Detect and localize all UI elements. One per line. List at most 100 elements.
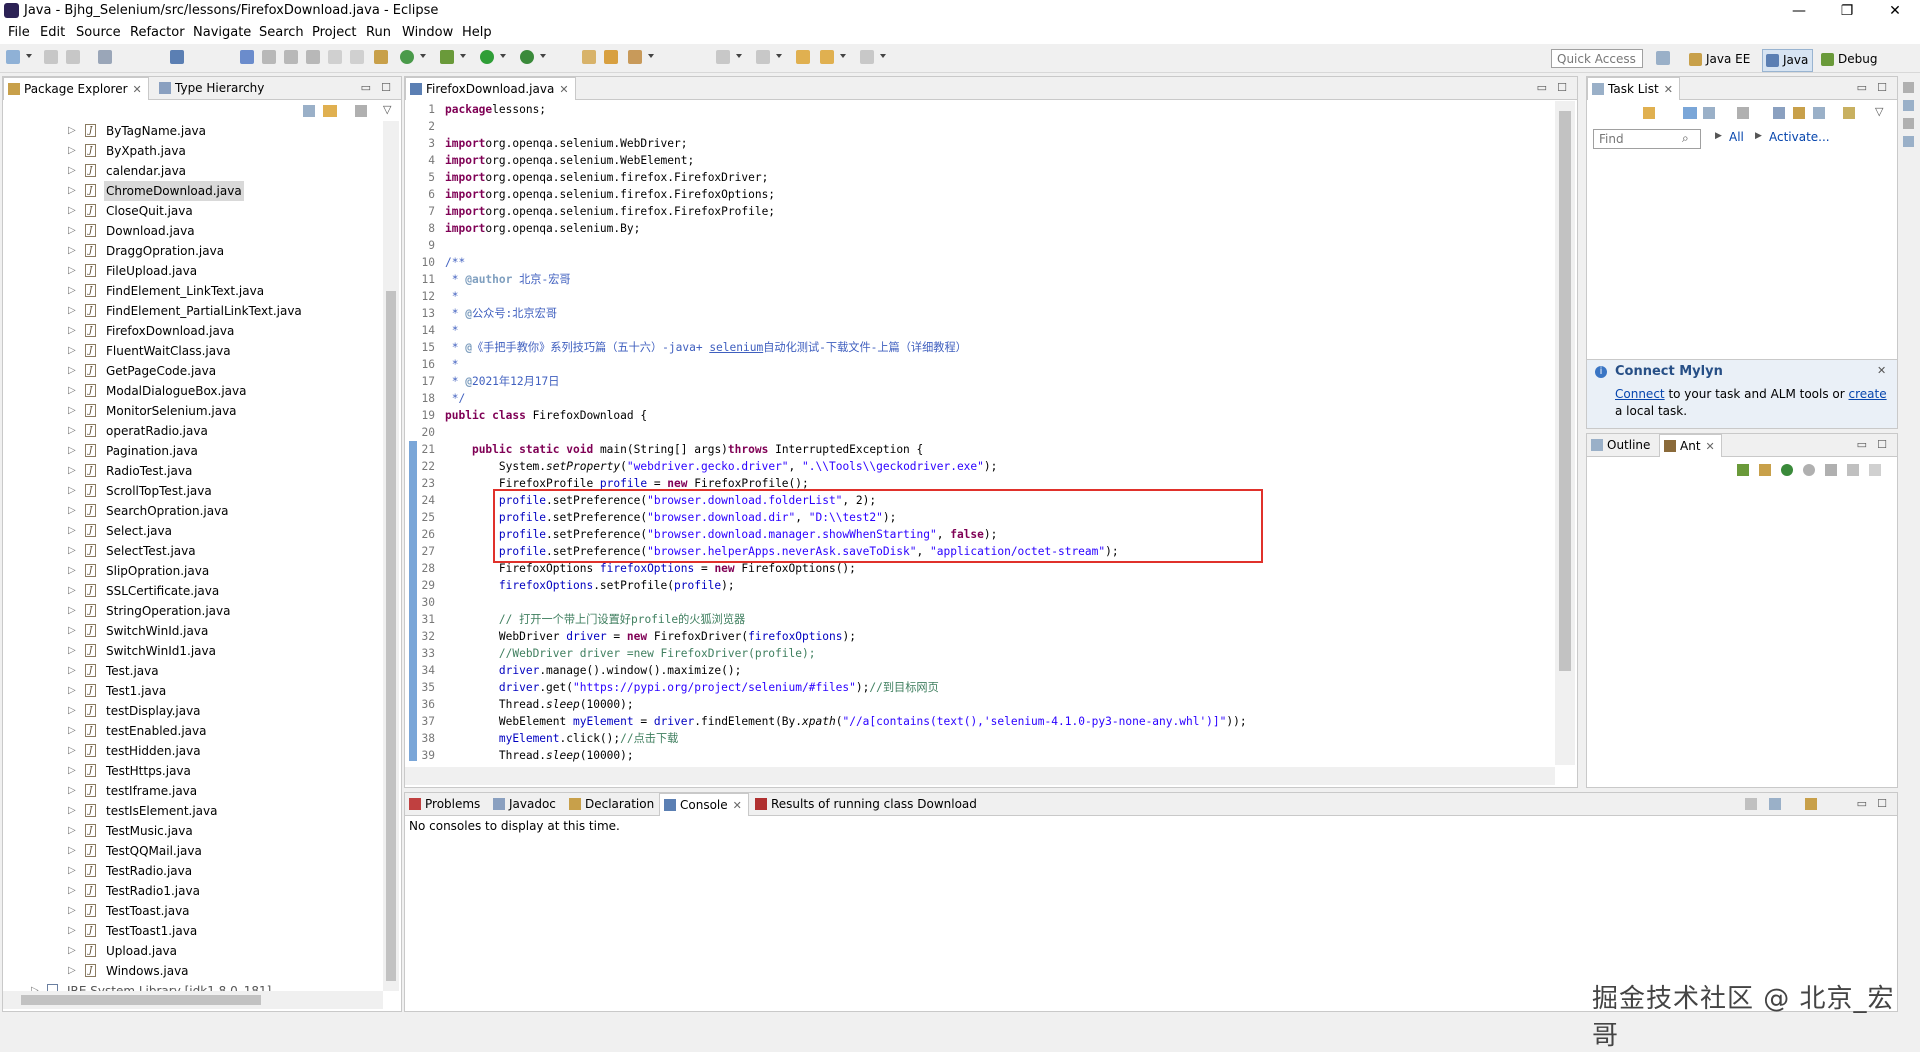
menu-run[interactable]: Run [366, 25, 391, 40]
minimize-view-icon[interactable]: ▭ [1857, 81, 1867, 94]
save-icon[interactable] [44, 50, 58, 64]
tree-item[interactable]: ▷ J FirefoxDownload.java [3, 321, 383, 341]
menu-edit[interactable]: Edit [40, 25, 65, 40]
maximize-view-icon[interactable]: ☐ [1877, 797, 1887, 810]
tree-item[interactable]: ▷ J MonitorSelenium.java [3, 401, 383, 421]
perspective-java[interactable]: Java [1762, 49, 1814, 72]
chevron-right-icon[interactable]: ▷ [68, 361, 76, 381]
chevron-right-icon[interactable]: ▷ [68, 801, 76, 821]
tree-item[interactable]: ▷ J Select.java [3, 521, 383, 541]
chevron-right-icon[interactable]: ▷ [68, 861, 76, 881]
open-perspective-icon[interactable] [1656, 51, 1670, 65]
chevron-right-icon[interactable]: ▷ [68, 381, 76, 401]
run-icon[interactable] [480, 50, 494, 64]
chevron-right-icon[interactable]: ▷ [68, 201, 76, 221]
tree-item[interactable]: ▷ J ByTagName.java [3, 121, 383, 141]
print-icon[interactable] [98, 50, 112, 64]
tree-item[interactable]: ▷ JtestDisplay.java [3, 701, 383, 721]
tree-item[interactable]: ▷ J TestQQMail.java [3, 841, 383, 861]
chevron-right-icon[interactable]: ▷ [68, 541, 76, 561]
hide-internal-targets-icon[interactable] [1803, 464, 1815, 476]
link-with-editor-icon[interactable] [323, 105, 337, 117]
terminate-icon[interactable] [328, 50, 342, 64]
menu-file[interactable]: File [8, 25, 30, 40]
tree-item[interactable]: ▷ J StringOperation.java [3, 601, 383, 621]
minimize-view-icon[interactable]: ▭ [361, 81, 371, 94]
tree-item[interactable]: ▷ J SearchOpration.java [3, 501, 383, 521]
tree-item[interactable]: ▷ J Pagination.java [3, 441, 383, 461]
code-area[interactable]: 1 packagelessons; 2 3 importorg.openqa.selen… [405, 101, 1555, 771]
add-buildfiles-icon[interactable] [1737, 464, 1749, 476]
tree-item[interactable]: ▷ J SSLCertificate.java [3, 581, 383, 601]
chevron-right-icon[interactable]: ▷ [68, 181, 76, 201]
tree-item[interactable]: ▷ J FluentWaitClass.java [3, 341, 383, 361]
connect-link[interactable]: Connect [1615, 387, 1665, 401]
run-target-icon[interactable] [1781, 464, 1793, 476]
minimized-view-icon[interactable] [1903, 136, 1914, 147]
tree-item[interactable]: ▷ J CloseQuit.java [3, 201, 383, 221]
restore-button[interactable]: ❐ [1824, 0, 1870, 22]
chevron-right-icon[interactable]: ▷ [68, 221, 76, 241]
call-hierarchy-icon[interactable] [1903, 118, 1914, 129]
coverage-icon[interactable] [400, 50, 414, 64]
tree-item[interactable]: ▷ J FindElement_PartialLinkText.java [3, 301, 383, 321]
hierarchy-view-icon[interactable] [1903, 100, 1914, 111]
tree-item[interactable]: ▷ JtestHidden.java [3, 741, 383, 761]
hscrollbar-thumb[interactable] [21, 995, 261, 1005]
tab-package-explorer[interactable]: Package Explorer ✕ [3, 77, 149, 100]
chevron-right-icon[interactable]: ▷ [68, 521, 76, 541]
run-external-tools-icon[interactable] [520, 50, 534, 64]
chevron-right-icon[interactable]: ▷ [68, 461, 76, 481]
tree-item[interactable]: ▷ Jcalendar.java [3, 161, 383, 181]
tab-firefoxdownload-java[interactable]: FirefoxDownload.java ✕ [405, 77, 576, 100]
chevron-right-icon[interactable]: ▷ [68, 921, 76, 941]
chevron-right-icon[interactable]: ▷ [68, 501, 76, 521]
close-icon[interactable]: ✕ [133, 83, 142, 96]
menu-source[interactable]: Source [76, 25, 121, 40]
tree-item-jre-library[interactable]: ▷ JRE System Library [jdk1.8.0_181] [3, 981, 383, 991]
tree-item[interactable]: ▷ J TestToast.java [3, 901, 383, 921]
tree-item[interactable]: ▷ J TestRadio.java [3, 861, 383, 881]
tree-item[interactable]: ▷ J ModalDialogueBox.java [3, 381, 383, 401]
tree-item[interactable]: ▷ J TestHttps.java [3, 761, 383, 781]
menu-help[interactable]: Help [462, 25, 492, 40]
scrollbar-thumb[interactable] [386, 291, 396, 981]
task-find-input[interactable]: Find ⌕ [1593, 129, 1701, 149]
tree-item[interactable]: ▷ J FindElement_LinkText.java [3, 281, 383, 301]
tree-item[interactable]: ▷ J TestMusic.java [3, 821, 383, 841]
pin-console-icon[interactable] [1745, 798, 1757, 810]
debug-icon[interactable] [440, 50, 454, 64]
tree-item[interactable]: ▷ JtestEnabled.java [3, 721, 383, 741]
close-button[interactable]: ✕ [1872, 0, 1918, 22]
tree-item[interactable]: ▷ JtestIsElement.java [3, 801, 383, 821]
collapse-icon[interactable] [1869, 464, 1881, 476]
tree-item[interactable]: ▷ J FileUpload.java [3, 261, 383, 281]
tree-item[interactable]: ▷ J TestToast1.java [3, 921, 383, 941]
chevron-right-icon[interactable]: ▷ [68, 141, 76, 161]
chevron-right-icon[interactable]: ▷ [68, 341, 76, 361]
new-java-package-icon[interactable] [374, 50, 388, 64]
chevron-right-icon[interactable]: ▷ [68, 961, 76, 981]
minimize-button[interactable]: — [1776, 0, 1822, 22]
tab-task-list[interactable]: Task List ✕ [1587, 77, 1680, 100]
disconnect-icon[interactable] [350, 50, 364, 64]
tab-type-hierarchy[interactable]: Type Hierarchy [155, 77, 270, 99]
chevron-right-icon[interactable]: ▷ [68, 261, 76, 281]
scrollbar-thumb[interactable] [1559, 111, 1571, 671]
perspective-debug[interactable]: Debug [1818, 49, 1881, 70]
tree-item[interactable]: ▷ J SelectTest.java [3, 541, 383, 561]
maximize-view-icon[interactable]: ☐ [381, 81, 391, 94]
filter-all-link[interactable]: All [1729, 130, 1744, 144]
maximize-view-icon[interactable]: ☐ [1557, 81, 1567, 94]
editor-hscrollbar[interactable] [405, 767, 1555, 785]
quick-access-input[interactable]: Quick Access [1551, 49, 1643, 68]
save-all-icon[interactable] [66, 50, 80, 64]
tree-item[interactable]: ▷ J SlipOpration.java [3, 561, 383, 581]
open-task-icon[interactable] [604, 50, 618, 64]
expand-icon[interactable] [1843, 107, 1855, 119]
tree-item[interactable]: ▷ JoperatRadio.java [3, 421, 383, 441]
open-type-icon[interactable] [582, 50, 596, 64]
tab-console[interactable]: Console ✕ [659, 793, 749, 816]
tree-item[interactable]: ▷ J SwitchWinId.java [3, 621, 383, 641]
chevron-right-icon[interactable]: ▷ [68, 941, 76, 961]
